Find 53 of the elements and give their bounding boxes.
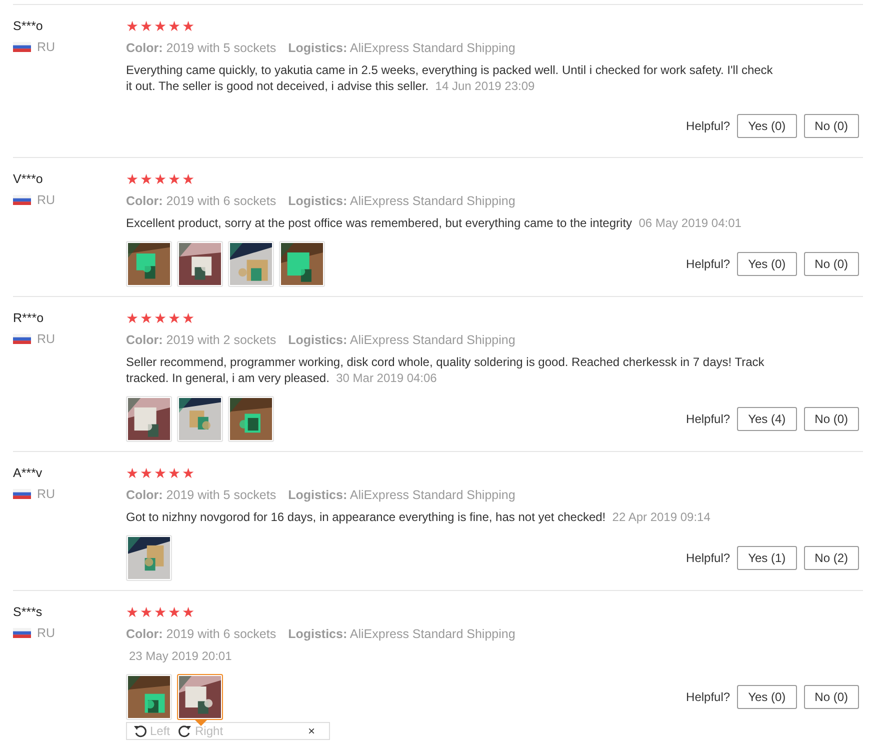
no-button[interactable]: No (2) (804, 546, 859, 570)
no-button[interactable]: No (0) (804, 407, 859, 431)
flag-icon (13, 334, 31, 344)
yes-button[interactable]: Yes (1) (737, 546, 797, 570)
helpful-label: Helpful? (686, 119, 730, 133)
yes-button[interactable]: Yes (0) (737, 114, 797, 138)
review-text: Seller recommend, programmer working, disk cord whole, quality soldering is good. Reached cherkessk in 7 days! Track tracked. In general, i am very pleased. 30 Mar 2019 04:06 (126, 354, 766, 386)
reviewer-name: V***o (13, 171, 43, 187)
rotate-right-icon (178, 724, 192, 738)
color-option: Color: 2019 with 2 sockets (126, 332, 276, 348)
rotate-left-icon (133, 724, 147, 738)
no-button[interactable]: No (0) (804, 685, 859, 709)
star-rating: ★★★★★ (126, 604, 195, 620)
reviewer-name: S***o (13, 18, 43, 34)
flag-icon (13, 628, 31, 638)
country-code: RU (37, 332, 56, 346)
color-option: Color: 2019 with 5 sockets (126, 40, 276, 56)
review-date: 23 May 2019 20:01 (129, 649, 232, 663)
reviewer-name: A***v (13, 465, 42, 481)
reviewer-name: S***s (13, 604, 42, 620)
flag-icon (13, 195, 31, 205)
logistics-info: Logistics: AliExpress Standard Shipping (288, 626, 516, 642)
star-rating: ★★★★★ (126, 171, 195, 187)
color-option: Color: 2019 with 6 sockets (126, 626, 276, 642)
star-rating: ★★★★★ (126, 465, 195, 481)
logistics-info: Logistics: AliExpress Standard Shipping (288, 332, 516, 348)
no-button[interactable]: No (0) (804, 114, 859, 138)
no-button[interactable]: No (0) (804, 252, 859, 276)
color-option: Color: 2019 with 5 sockets (126, 487, 276, 503)
flag-icon (13, 489, 31, 499)
yes-button[interactable]: Yes (0) (737, 252, 797, 276)
flag-icon (13, 42, 31, 52)
country-code: RU (37, 487, 56, 501)
helpful-label: Helpful? (686, 412, 730, 426)
review-text: Everything came quickly, to yakutia came in 2.5 weeks, everything is packed well. Until i checked for work safety. I'll check it out. The seller is good not deceived, i advise this seller. 14 Jun 2019 23:09 (126, 62, 774, 94)
yes-button[interactable]: Yes (4) (737, 407, 797, 431)
logistics-info: Logistics: AliExpress Standard Shipping (288, 193, 516, 209)
color-option: Color: 2019 with 6 sockets (126, 193, 276, 209)
helpful-label: Helpful? (686, 257, 730, 271)
helpful-label: Helpful? (686, 690, 730, 704)
logistics-info: Logistics: AliExpress Standard Shipping (288, 40, 516, 56)
close-button[interactable]: × (308, 724, 315, 738)
helpful-label: Helpful? (686, 551, 730, 565)
yes-button[interactable]: Yes (0) (737, 685, 797, 709)
logistics-info: Logistics: AliExpress Standard Shipping (288, 487, 516, 503)
review-text: Excellent product, sorry at the post office was remembered, but everything came to the integrity 06 May 2019 04:01 (126, 215, 742, 231)
reviewer-name: R***o (13, 310, 44, 326)
star-rating: ★★★★★ (126, 18, 195, 34)
country-code: RU (37, 626, 56, 640)
country-code: RU (37, 193, 56, 207)
review-text: Got to nizhny novgorod for 16 days, in appearance everything is fine, has not yet checked! 22 Apr 2019 09:14 (126, 509, 712, 525)
country-code: RU (37, 40, 56, 54)
star-rating: ★★★★★ (126, 310, 195, 326)
